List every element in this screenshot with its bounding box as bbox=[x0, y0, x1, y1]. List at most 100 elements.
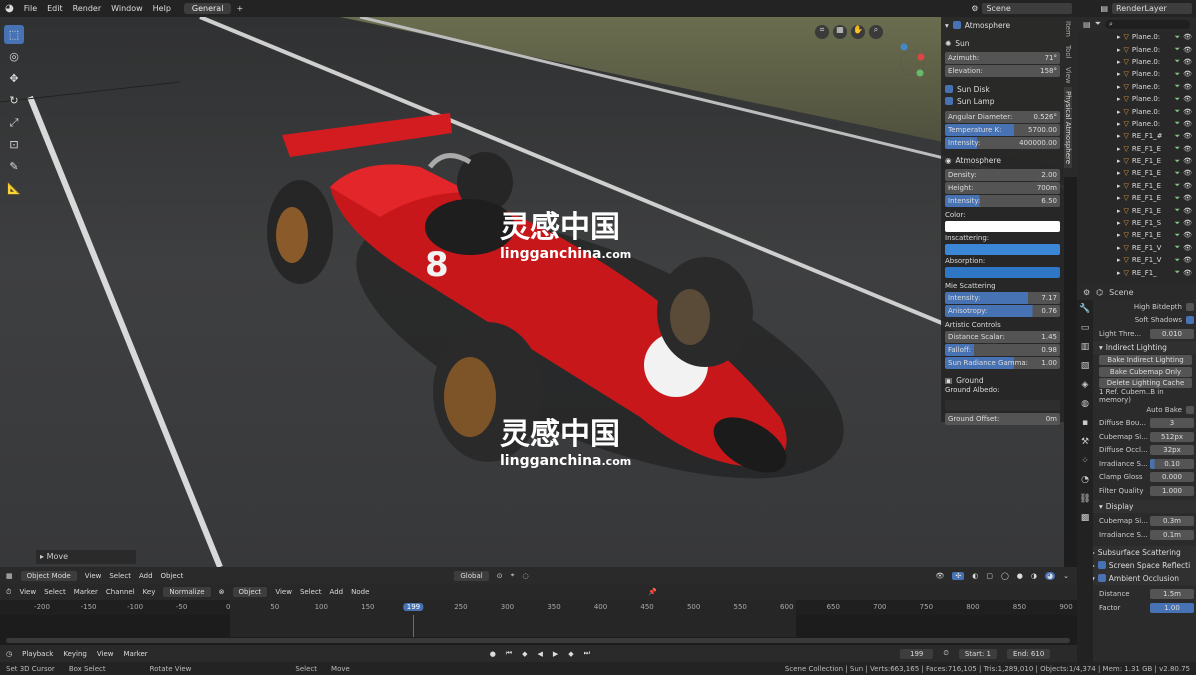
eye-icon[interactable]: 👁 bbox=[1183, 120, 1192, 128]
eye-icon[interactable]: 👁 bbox=[1183, 145, 1192, 153]
filter-funnel-icon[interactable]: ⏷ bbox=[1175, 82, 1181, 91]
display-section[interactable]: ▾ Display bbox=[1077, 499, 1196, 513]
output-settings-icon[interactable]: ▥ bbox=[1077, 338, 1093, 357]
viewport-menu-object[interactable]: Object bbox=[161, 572, 184, 580]
constraints-icon[interactable]: ⛓ bbox=[1077, 490, 1093, 509]
playback-marker-menu[interactable]: Marker bbox=[123, 650, 147, 658]
outliner-row[interactable]: ▸ ▽ RE_F1_E ⏷ 👁 bbox=[1077, 204, 1196, 216]
pivot-icon[interactable]: ⊙ bbox=[497, 572, 503, 580]
camera-view-icon[interactable]: ⌗ bbox=[815, 25, 829, 39]
outliner-row[interactable]: ▸ ▽ Plane.0: ⏷ 👁 bbox=[1077, 93, 1196, 105]
disp-cubemap-field[interactable]: 0.3m bbox=[1150, 516, 1194, 527]
pan-hand-icon[interactable]: ✋ bbox=[851, 25, 865, 39]
timeline-track-area[interactable] bbox=[0, 615, 1077, 645]
filter-funnel-icon[interactable]: ⏷ bbox=[1175, 169, 1181, 178]
viewport-menu-select[interactable]: Select bbox=[109, 572, 131, 580]
eye-icon[interactable]: 👁 bbox=[1183, 83, 1192, 91]
sun-lamp-checkbox[interactable] bbox=[945, 97, 953, 105]
scene-selector[interactable]: Scene bbox=[982, 3, 1073, 14]
mie-intensity-field[interactable]: Intensity: 7.17 bbox=[945, 292, 1060, 304]
eye-icon[interactable]: 👁 bbox=[1183, 95, 1192, 103]
sss-section[interactable]: ▸ Subsurface Scattering bbox=[1077, 545, 1196, 559]
expand-arrow-icon[interactable]: ▸ bbox=[1117, 120, 1121, 128]
scale-tool-icon[interactable]: ⤢ bbox=[4, 113, 24, 132]
menu-window[interactable]: Window bbox=[106, 4, 148, 13]
high-bitdepth-toggle[interactable]: High Bitdepth bbox=[1077, 300, 1196, 314]
timeline-menu-channel[interactable]: Channel bbox=[106, 588, 135, 596]
expand-arrow-icon[interactable]: ▸ bbox=[1117, 33, 1121, 41]
filter-funnel-icon[interactable]: ⏷ bbox=[1175, 231, 1181, 240]
mode-selector[interactable]: Object Mode bbox=[20, 570, 77, 581]
timeline-menu-marker[interactable]: Marker bbox=[74, 588, 98, 596]
transform-orientation-select[interactable]: Global bbox=[454, 570, 489, 581]
modifier-icon[interactable]: ⚒ bbox=[1077, 433, 1093, 452]
node-menu-view[interactable]: View bbox=[275, 588, 292, 596]
viewport-menu-view[interactable]: View bbox=[85, 572, 102, 580]
expand-arrow-icon[interactable]: ▸ bbox=[1117, 169, 1121, 177]
outliner-editor-icon[interactable]: ▤ bbox=[1083, 20, 1091, 29]
expand-arrow-icon[interactable]: ▸ bbox=[1117, 219, 1121, 227]
timeline-ruler[interactable]: -200 -150 -100 -50 0 50 100 150 199 250 300 350 400 4… bbox=[0, 600, 1077, 615]
expand-arrow-icon[interactable]: ▸ bbox=[1117, 244, 1121, 252]
filter-funnel-icon[interactable]: ⏷ bbox=[1175, 181, 1181, 190]
jump-start-icon[interactable]: ⏮ bbox=[506, 649, 512, 658]
color-swatch[interactable] bbox=[945, 221, 1060, 232]
blender-logo-icon[interactable]: ◕ bbox=[0, 3, 19, 14]
particles-icon[interactable]: ⁘ bbox=[1077, 452, 1093, 471]
outliner-row[interactable]: ▸ ▽ RE_F1_S ⏷ 👁 bbox=[1077, 217, 1196, 229]
filter-funnel-icon[interactable]: ⏷ bbox=[1175, 33, 1181, 42]
outliner-row[interactable]: ▸ ▽ RE_F1_V ⏷ 👁 bbox=[1077, 242, 1196, 254]
atmosphere-checkbox[interactable] bbox=[952, 21, 961, 29]
sun-disk-toggle[interactable]: Sun Disk bbox=[945, 83, 1060, 95]
sun-lamp-toggle[interactable]: Sun Lamp bbox=[945, 95, 1060, 107]
rendered-shading-icon[interactable]: ◕ bbox=[1045, 571, 1056, 580]
outliner-row[interactable]: ▸ ▽ RE_F1_E ⏷ 👁 bbox=[1077, 192, 1196, 204]
filter-funnel-icon[interactable]: ⏷ bbox=[1175, 243, 1181, 252]
play-icon[interactable]: ▶ bbox=[553, 650, 558, 658]
tool-settings-icon[interactable]: 🔧 bbox=[1077, 300, 1093, 319]
visibility-icon[interactable]: 👁 bbox=[935, 572, 944, 580]
filter-funnel-icon[interactable]: ⏷ bbox=[1175, 194, 1181, 203]
menu-render[interactable]: Render bbox=[68, 4, 106, 13]
pin-icon[interactable]: 📌 bbox=[648, 588, 657, 596]
snap-icon[interactable]: ⌖ bbox=[511, 571, 515, 580]
node-editor-icon[interactable]: ⊗ bbox=[219, 588, 225, 596]
outliner-row[interactable]: ▸ ▽ RE_F1_V ⏷ 👁 bbox=[1077, 254, 1196, 266]
filter-funnel-icon[interactable]: ⏷ bbox=[1175, 157, 1181, 166]
normalize-toggle[interactable]: Normalize bbox=[163, 587, 211, 597]
tab-physical-atmosphere[interactable]: Physical Atmosphere bbox=[1064, 87, 1072, 169]
3d-viewport[interactable]: 8 灵感中国 lingganchina.com 灵感中国 lingganchin… bbox=[0, 17, 1064, 567]
eye-icon[interactable]: 👁 bbox=[1183, 182, 1192, 190]
render-settings-icon[interactable]: ▭ bbox=[1077, 319, 1093, 338]
irradiance-field[interactable]: 0.10 bbox=[1150, 458, 1194, 469]
filter-field[interactable]: 1.000 bbox=[1150, 485, 1194, 496]
indirect-lighting-section[interactable]: ▾ Indirect Lighting bbox=[1077, 340, 1196, 354]
filter-funnel-icon[interactable]: ⏷ bbox=[1175, 256, 1181, 265]
expand-arrow-icon[interactable]: ▸ bbox=[1117, 157, 1121, 165]
timeline-menu-select[interactable]: Select bbox=[44, 588, 66, 596]
filter-funnel-icon[interactable]: ⏷ bbox=[1175, 206, 1181, 215]
xray-icon[interactable]: ▢ bbox=[986, 572, 993, 580]
outliner-row[interactable]: ▸ ▽ RE_F1_E ⏷ 👁 bbox=[1077, 167, 1196, 179]
filter-funnel-icon[interactable]: ⏷ bbox=[1175, 144, 1181, 153]
distance-field[interactable]: 1.5m bbox=[1150, 589, 1194, 600]
view-layer-icon[interactable]: ▧ bbox=[1077, 357, 1093, 376]
filter-funnel-icon[interactable]: ⏷ bbox=[1175, 132, 1181, 141]
properties-editor-icon[interactable]: ⚙ bbox=[1083, 288, 1090, 297]
expand-arrow-icon[interactable]: ▸ bbox=[1117, 145, 1121, 153]
physics-icon[interactable]: ◔ bbox=[1077, 471, 1093, 490]
proportional-edit-icon[interactable]: ◌ bbox=[523, 572, 529, 580]
eye-icon[interactable]: 👁 bbox=[1183, 46, 1192, 54]
eye-icon[interactable]: 👁 bbox=[1183, 244, 1192, 252]
filter-funnel-icon[interactable]: ⏷ bbox=[1175, 95, 1181, 104]
filter-funnel-icon[interactable]: ⏷ bbox=[1175, 107, 1181, 116]
filter-funnel-icon[interactable]: ⏷ bbox=[1175, 57, 1181, 66]
azimuth-field[interactable]: Azimuth: 71° bbox=[945, 52, 1060, 64]
eye-icon[interactable]: 👁 bbox=[1183, 157, 1192, 165]
expand-arrow-icon[interactable]: ▸ bbox=[1117, 256, 1121, 264]
outliner-row[interactable]: ▸ ▽ Plane.0: ⏷ 👁 bbox=[1077, 43, 1196, 55]
eye-icon[interactable]: 👁 bbox=[1183, 58, 1192, 66]
scene-settings-icon[interactable]: ◈ bbox=[1077, 376, 1093, 395]
filter-funnel-icon[interactable]: ⏷ bbox=[1175, 268, 1181, 277]
expand-arrow-icon[interactable]: ▸ bbox=[1117, 83, 1121, 91]
